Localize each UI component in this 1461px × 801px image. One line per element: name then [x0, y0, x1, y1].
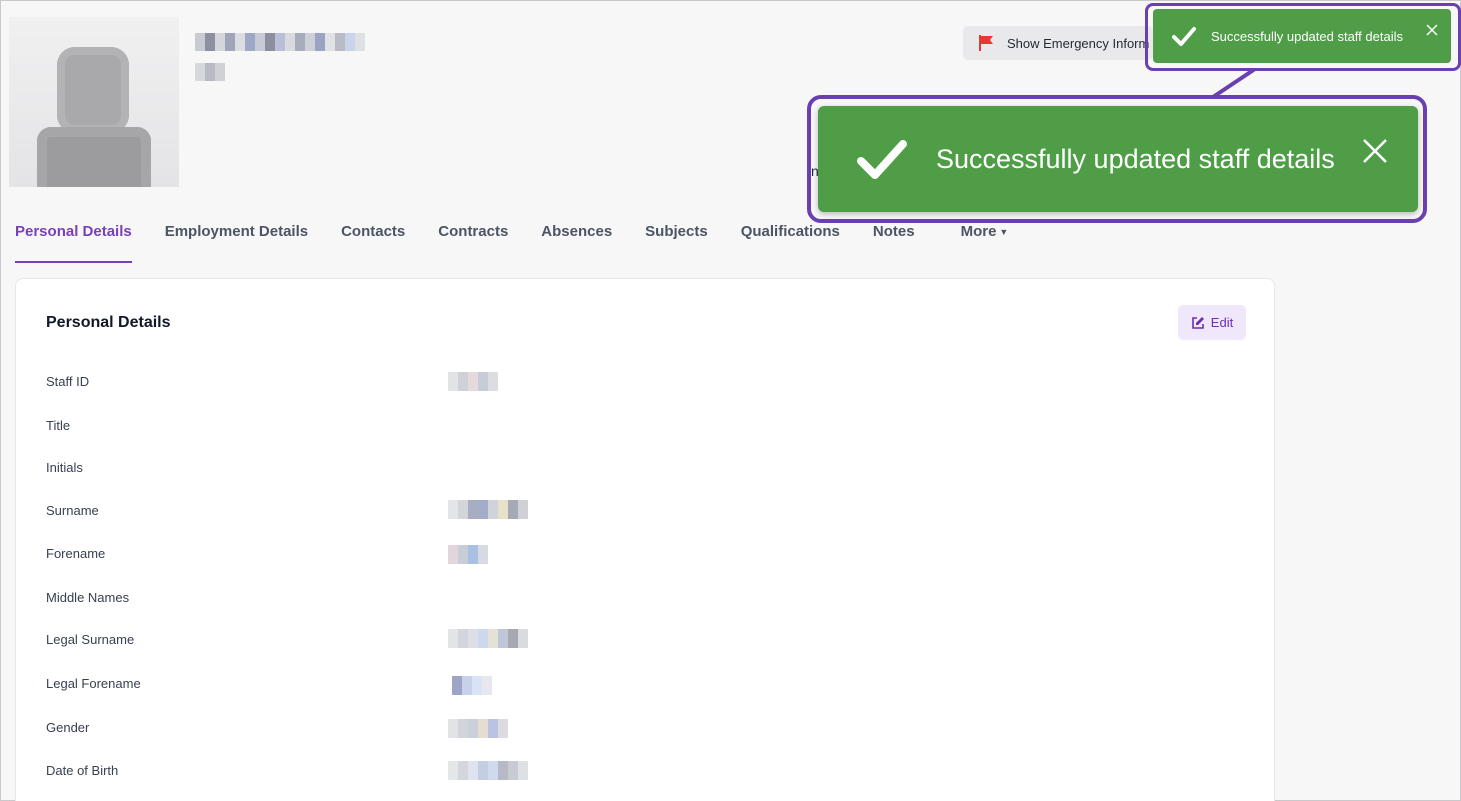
checkmark-icon [857, 140, 907, 179]
tab-qualifications[interactable]: Qualifications [741, 219, 840, 263]
field-label-legal-surname: Legal Surname [46, 632, 135, 647]
edit-button[interactable]: Edit [1178, 305, 1246, 340]
edit-icon [1191, 316, 1204, 329]
field-label-forename: Forename [46, 546, 106, 561]
field-value-redacted [448, 372, 498, 391]
highlight-frame-small [1145, 3, 1461, 71]
field-value-redacted [452, 676, 492, 695]
caret-down-icon: ▼ [999, 227, 1009, 238]
field-label-surname: Surname [46, 503, 99, 518]
field-label-staff-id: Staff ID [46, 374, 90, 389]
tab-employment-details[interactable]: Employment Details [165, 219, 308, 263]
personal-details-card: Personal Details Edit Staff ID Title Ini… [15, 278, 1275, 801]
show-emergency-info-button[interactable]: Show Emergency Inform [963, 26, 1153, 60]
field-label-date-of-birth: Date of Birth [46, 763, 119, 778]
staff-tabs: Personal Details Employment Details Cont… [15, 219, 1041, 263]
staff-avatar [9, 17, 179, 187]
emergency-button-label: Show Emergency Inform [1007, 35, 1150, 51]
tab-absences[interactable]: Absences [541, 219, 612, 263]
field-value-redacted [448, 761, 528, 780]
close-icon[interactable] [1362, 138, 1388, 164]
staff-role-redacted [195, 63, 225, 81]
tab-more-dropdown[interactable]: More ▼ [961, 219, 1009, 263]
field-label-legal-forename: Legal Forename [46, 676, 141, 691]
field-value-redacted [448, 500, 528, 519]
tab-contracts[interactable]: Contracts [438, 219, 508, 263]
staff-name-redacted [195, 33, 365, 51]
toast-big-message: Successfully updated staff details [936, 143, 1335, 174]
tab-contacts[interactable]: Contacts [341, 219, 405, 263]
card-title: Personal Details [46, 314, 171, 331]
tab-subjects[interactable]: Subjects [645, 219, 708, 263]
field-value-redacted [448, 545, 488, 564]
field-label-middle-names: Middle Names [46, 590, 130, 605]
tab-notes[interactable]: Notes [873, 219, 915, 263]
success-toast-zoomed: Successfully updated staff details [818, 106, 1418, 212]
flag-icon [979, 35, 993, 51]
field-label-initials: Initials [46, 460, 83, 475]
field-label-title: Title [46, 418, 71, 433]
field-label-gender: Gender [46, 720, 90, 735]
edit-button-label: Edit [1210, 315, 1234, 330]
tab-personal-details[interactable]: Personal Details [15, 219, 132, 263]
field-value-redacted [448, 629, 528, 648]
field-value-redacted [448, 719, 508, 738]
